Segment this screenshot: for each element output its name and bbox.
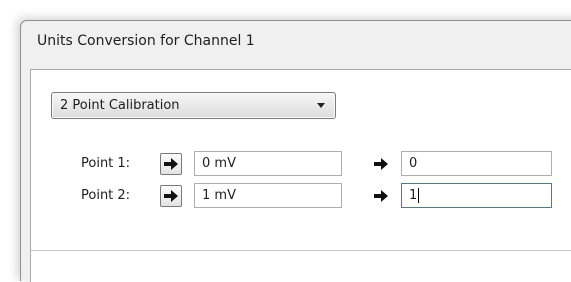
- point-2-output-field[interactable]: 1: [401, 183, 552, 208]
- arrow-right-icon: [164, 158, 178, 170]
- dialog-title: Units Conversion for Channel 1: [37, 33, 255, 49]
- point-2-input-field[interactable]: 1 mV: [194, 183, 342, 208]
- text-cursor: [418, 188, 420, 203]
- point-1-apply-button[interactable]: [160, 153, 182, 175]
- point-1-label: Point 1:: [81, 156, 131, 171]
- chevron-down-icon: [317, 103, 325, 108]
- point-2-apply-button[interactable]: [160, 185, 182, 207]
- arrow-right-icon: [374, 190, 388, 202]
- section-divider: [31, 250, 571, 251]
- point-1-input-field[interactable]: 0 mV: [194, 151, 342, 176]
- arrow-right-icon: [374, 158, 388, 170]
- point-1-input-value: 0 mV: [202, 156, 236, 171]
- point-1-output-field[interactable]: 0: [401, 151, 552, 176]
- point-1-output-value: 0: [409, 156, 418, 171]
- point-2-output-value: 1: [409, 188, 418, 203]
- arrow-right-icon: [164, 190, 178, 202]
- calibration-type-dropdown[interactable]: 2 Point Calibration: [51, 92, 336, 119]
- point-2-label: Point 2:: [81, 188, 131, 203]
- content-panel: 2 Point Calibration Point 1: 0 mV 0 Poin…: [30, 69, 571, 282]
- background: [0, 0, 20, 263]
- units-conversion-dialog: Units Conversion for Channel 1 2 Point C…: [20, 20, 571, 282]
- point-2-input-value: 1 mV: [202, 188, 236, 203]
- calibration-type-value: 2 Point Calibration: [60, 98, 180, 113]
